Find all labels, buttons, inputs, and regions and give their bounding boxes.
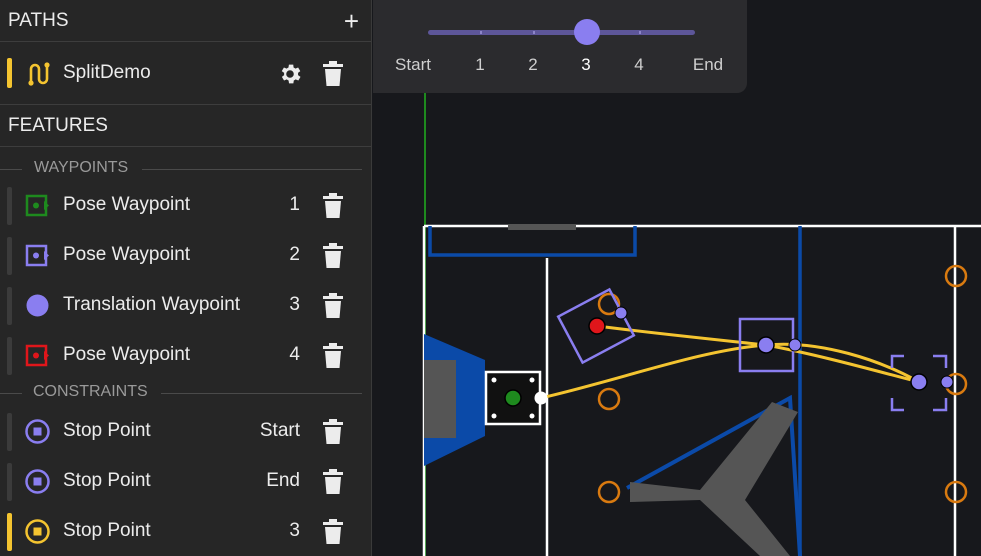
trash-icon[interactable] bbox=[322, 469, 344, 500]
constraint-scope: Start bbox=[259, 420, 300, 441]
waypoints-section-label: WAYPOINTS bbox=[34, 159, 129, 176]
path-name: SplitDemo bbox=[63, 62, 151, 83]
waypoint-label: Translation Waypoint bbox=[63, 294, 241, 315]
stop-point-icon bbox=[25, 469, 51, 500]
constraints-section-label: CONSTRAINTS bbox=[33, 383, 148, 400]
timeline-track[interactable] bbox=[428, 30, 695, 35]
waypoint-index: 4 bbox=[289, 344, 300, 365]
waypoint-index: 1 bbox=[289, 194, 300, 215]
timeline-label-2[interactable]: 2 bbox=[528, 55, 537, 75]
timeline-label-3[interactable]: 3 bbox=[581, 55, 590, 75]
constraint-label: Stop Point bbox=[63, 520, 151, 541]
trash-icon[interactable] bbox=[322, 293, 344, 324]
add-path-button[interactable]: + bbox=[344, 8, 359, 34]
timeline-label-1[interactable]: 1 bbox=[475, 55, 484, 75]
features-header: FEATURES bbox=[0, 105, 371, 147]
waypoint-item[interactable]: Translation Waypoint 3 bbox=[0, 280, 372, 330]
selected-marker bbox=[7, 513, 12, 551]
trash-icon[interactable] bbox=[322, 519, 344, 550]
gear-icon[interactable] bbox=[277, 61, 303, 92]
waypoint-item[interactable]: Pose Waypoint 2 bbox=[0, 230, 372, 280]
delete-path-icon[interactable] bbox=[322, 61, 344, 92]
waypoint-label: Pose Waypoint bbox=[63, 344, 191, 365]
waypoint-label: Pose Waypoint bbox=[63, 194, 191, 215]
translation-waypoint-icon bbox=[25, 293, 51, 324]
waypoints-divider: WAYPOINTS bbox=[0, 157, 371, 181]
pose-waypoint-icon bbox=[25, 243, 51, 274]
trash-icon[interactable] bbox=[322, 419, 344, 450]
path-icon bbox=[25, 61, 51, 92]
constraint-scope: End bbox=[266, 470, 300, 491]
timeline-panel: Start 1 2 3 4 End bbox=[373, 0, 747, 93]
constraint-label: Stop Point bbox=[63, 470, 151, 491]
constraint-item[interactable]: Stop Point 3 bbox=[0, 506, 372, 556]
features-title: FEATURES bbox=[8, 114, 108, 136]
pose-waypoint-icon bbox=[25, 193, 51, 224]
waypoint-1-marker[interactable] bbox=[484, 370, 548, 426]
timeline-label-start[interactable]: Start bbox=[395, 55, 431, 75]
path-item-splitdemo[interactable]: SplitDemo bbox=[0, 42, 371, 105]
waypoint-item[interactable]: Pose Waypoint 4 bbox=[0, 330, 372, 380]
constraints-divider: CONSTRAINTS bbox=[0, 381, 372, 405]
stop-point-icon bbox=[25, 419, 51, 450]
waypoint-index: 2 bbox=[289, 244, 300, 265]
paths-header: PATHS + bbox=[0, 0, 371, 42]
waypoint-index: 3 bbox=[289, 294, 300, 315]
trash-icon[interactable] bbox=[322, 193, 344, 224]
timeline-slider-thumb[interactable] bbox=[574, 19, 600, 45]
timeline-label-4[interactable]: 4 bbox=[634, 55, 643, 75]
constraint-item[interactable]: Stop Point End bbox=[0, 456, 372, 506]
timeline-label-end[interactable]: End bbox=[693, 55, 723, 75]
constraint-item[interactable]: Stop Point Start bbox=[0, 406, 372, 456]
waypoint-label: Pose Waypoint bbox=[63, 244, 191, 265]
constraint-scope: 3 bbox=[289, 520, 300, 541]
pose-waypoint-icon bbox=[25, 343, 51, 374]
waypoint-item[interactable]: Pose Waypoint 1 bbox=[0, 180, 372, 230]
selected-marker bbox=[7, 58, 12, 88]
paths-title: PATHS bbox=[8, 9, 69, 31]
constraint-label: Stop Point bbox=[63, 420, 151, 441]
trash-icon[interactable] bbox=[322, 243, 344, 274]
trash-icon[interactable] bbox=[322, 343, 344, 374]
stop-point-icon bbox=[25, 519, 51, 550]
